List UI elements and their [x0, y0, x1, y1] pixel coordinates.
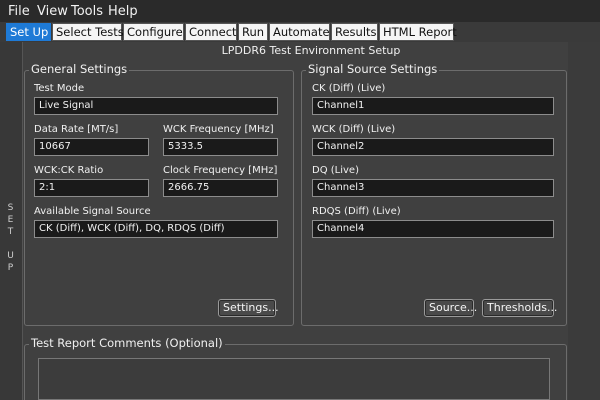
test-mode-label: Test Mode: [34, 83, 85, 94]
rail-letter: T: [7, 227, 15, 237]
rail-letter: E: [7, 215, 15, 225]
test-report-comments-input[interactable]: [38, 358, 550, 400]
rail-letter: U: [7, 251, 15, 261]
wck-ck-ratio-field[interactable]: 2:1: [34, 179, 149, 197]
tab-bar: Set Up Select Tests Configure Connect Ru…: [0, 22, 600, 43]
wck-frequency-field[interactable]: 5333.5: [163, 138, 278, 156]
clock-frequency-label: Clock Frequency [MHz]: [163, 165, 278, 176]
thresholds-button[interactable]: Thresholds...: [482, 299, 557, 317]
tab-select-tests[interactable]: Select Tests: [52, 23, 124, 41]
menu-file[interactable]: File: [8, 5, 30, 18]
tab-configure[interactable]: Configure: [123, 23, 184, 41]
side-rail: S E T U P: [0, 42, 23, 400]
menu-bar: File View Tools Help: [0, 0, 600, 22]
tab-set-up[interactable]: Set Up: [6, 23, 51, 41]
rail-letter: P: [7, 263, 15, 273]
tab-automate[interactable]: Automate: [269, 23, 330, 41]
source-button[interactable]: Source...: [424, 299, 477, 317]
tab-run[interactable]: Run: [238, 23, 268, 41]
menu-tools[interactable]: Tools: [71, 5, 103, 18]
signal-source-settings-group: Signal Source Settings CK (Diff) (Live) …: [301, 62, 567, 326]
setup-panel: S E T U P LPDDR6 Test Environment Setup …: [0, 42, 600, 400]
wck-frequency-label: WCK Frequency [MHz]: [163, 124, 274, 135]
wck-ck-ratio-label: WCK:CK Ratio: [34, 165, 104, 176]
app-window: File View Tools Help Set Up Select Tests…: [0, 0, 600, 400]
tab-connect[interactable]: Connect: [185, 23, 237, 41]
data-rate-field[interactable]: 10667: [34, 138, 149, 156]
rdqs-diff-label: RDQS (Diff) (Live): [312, 206, 401, 217]
ck-diff-label: CK (Diff) (Live): [312, 83, 386, 94]
right-margin: [568, 42, 600, 400]
rdqs-diff-channel-field[interactable]: Channel4: [312, 220, 554, 238]
test-report-comments-title: Test Report Comments (Optional): [29, 336, 225, 350]
settings-button[interactable]: Settings...: [218, 299, 279, 317]
signal-source-settings-title: Signal Source Settings: [306, 62, 440, 76]
test-mode-field[interactable]: Live Signal: [34, 97, 278, 115]
data-rate-label: Data Rate [MT/s]: [34, 124, 119, 135]
page-title: LPDDR6 Test Environment Setup: [221, 44, 401, 57]
clock-frequency-field[interactable]: 2666.75: [163, 179, 278, 197]
general-settings-title: General Settings: [29, 62, 130, 76]
dq-label: DQ (Live): [312, 165, 359, 176]
wck-diff-label: WCK (Diff) (Live): [312, 124, 396, 135]
available-signal-source-field[interactable]: CK (Diff), WCK (Diff), DQ, RDQS (Diff): [34, 220, 278, 238]
menu-help[interactable]: Help: [108, 5, 138, 18]
available-signal-source-label: Available Signal Source: [34, 206, 151, 217]
menu-view[interactable]: View: [37, 5, 68, 18]
rail-spacer: [5, 238, 17, 250]
ck-diff-channel-field[interactable]: Channel1: [312, 97, 554, 115]
tab-html-report[interactable]: HTML Report: [379, 23, 457, 41]
wck-diff-channel-field[interactable]: Channel2: [312, 138, 554, 156]
general-settings-group: General Settings Test Mode Live Signal D…: [24, 62, 294, 326]
dq-channel-field[interactable]: Channel3: [312, 179, 554, 197]
tab-results[interactable]: Results: [331, 23, 378, 41]
rail-letter: S: [7, 203, 15, 213]
side-rail-label: S E T U P: [5, 202, 17, 274]
